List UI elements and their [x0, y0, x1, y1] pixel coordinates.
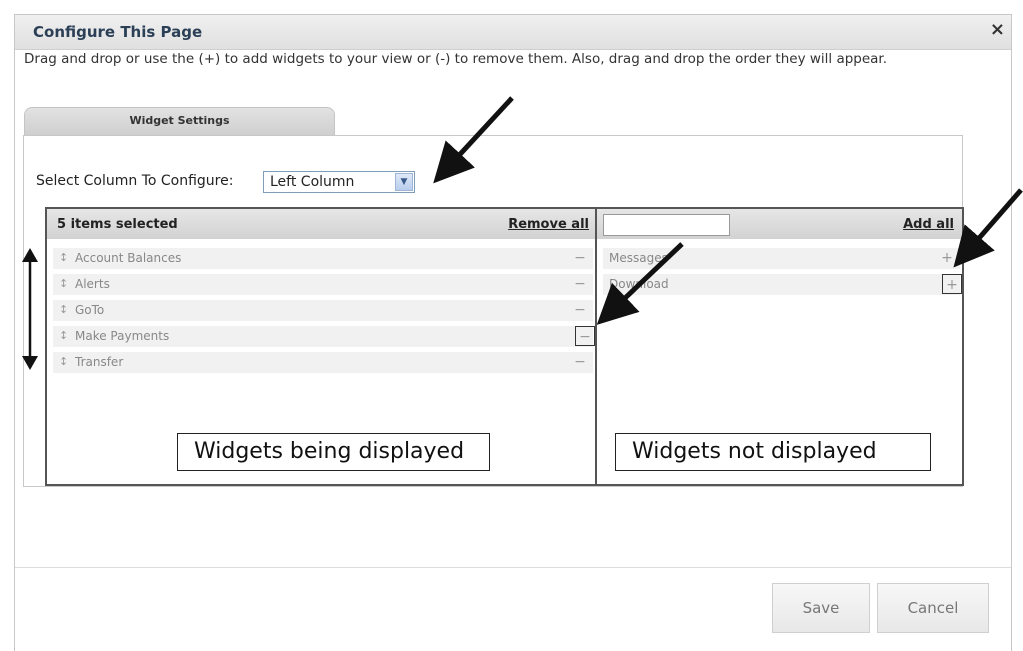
- widget-search-input[interactable]: [603, 214, 730, 236]
- list-item[interactable]: ↕ Transfer −: [47, 350, 595, 376]
- instructions-text: Drag and drop or use the (+) to add widg…: [24, 51, 888, 67]
- list-item-label: Messages: [609, 251, 668, 265]
- list-item[interactable]: Download +: [597, 272, 962, 298]
- list-item[interactable]: ↕ GoTo −: [47, 298, 595, 324]
- drag-handle-icon[interactable]: ↕: [59, 303, 68, 316]
- list-item[interactable]: ↕ Account Balances −: [47, 246, 595, 272]
- drag-handle-icon[interactable]: ↕: [59, 329, 68, 342]
- remove-all-link[interactable]: Remove all: [508, 217, 589, 232]
- selected-count: 5 items selected: [57, 217, 178, 232]
- available-rows: Messages + Download +: [597, 246, 962, 298]
- list-item-label: Transfer: [75, 355, 124, 369]
- list-item-label: Make Payments: [75, 329, 170, 343]
- chevron-down-icon[interactable]: ▼: [395, 173, 413, 191]
- dialog-title: Configure This Page: [33, 23, 203, 41]
- list-item-label: GoTo: [75, 303, 105, 317]
- cancel-button[interactable]: Cancel: [877, 583, 989, 633]
- close-icon[interactable]: ×: [990, 19, 1005, 40]
- dialog-header: Configure This Page ×: [15, 15, 1011, 50]
- add-item-button[interactable]: +: [938, 248, 956, 268]
- list-item-label: Download: [609, 277, 669, 291]
- selected-list-header: 5 items selected Remove all: [47, 209, 595, 239]
- remove-item-button[interactable]: −: [571, 352, 589, 372]
- list-item[interactable]: Messages +: [597, 246, 962, 272]
- drag-handle-icon[interactable]: ↕: [59, 277, 68, 290]
- list-item[interactable]: ↕ Make Payments −: [47, 324, 595, 350]
- column-select[interactable]: Left Column ▼: [263, 171, 415, 193]
- list-item-label: Alerts: [75, 277, 110, 291]
- save-button[interactable]: Save: [772, 583, 870, 633]
- drag-handle-icon[interactable]: ↕: [59, 355, 68, 368]
- column-select-label: Select Column To Configure:: [36, 173, 234, 189]
- callout-widgets-not-displayed: Widgets not displayed: [615, 433, 931, 471]
- callout-widgets-displayed: Widgets being displayed: [177, 433, 490, 471]
- column-select-value: Left Column: [270, 174, 355, 190]
- remove-item-button[interactable]: −: [571, 248, 589, 268]
- list-item[interactable]: ↕ Alerts −: [47, 272, 595, 298]
- remove-item-button[interactable]: −: [571, 300, 589, 320]
- remove-item-button[interactable]: −: [571, 274, 589, 294]
- add-all-link[interactable]: Add all: [903, 217, 954, 232]
- drag-handle-icon[interactable]: ↕: [59, 251, 68, 264]
- available-list-header: Add all: [597, 209, 962, 239]
- tab-widget-settings[interactable]: Widget Settings: [24, 107, 335, 135]
- footer-divider: [15, 567, 1011, 568]
- selected-rows: ↕ Account Balances − ↕ Alerts − ↕ GoTo −…: [47, 246, 595, 376]
- list-item-label: Account Balances: [75, 251, 182, 265]
- remove-item-button[interactable]: −: [575, 326, 595, 346]
- add-item-button[interactable]: +: [942, 274, 962, 294]
